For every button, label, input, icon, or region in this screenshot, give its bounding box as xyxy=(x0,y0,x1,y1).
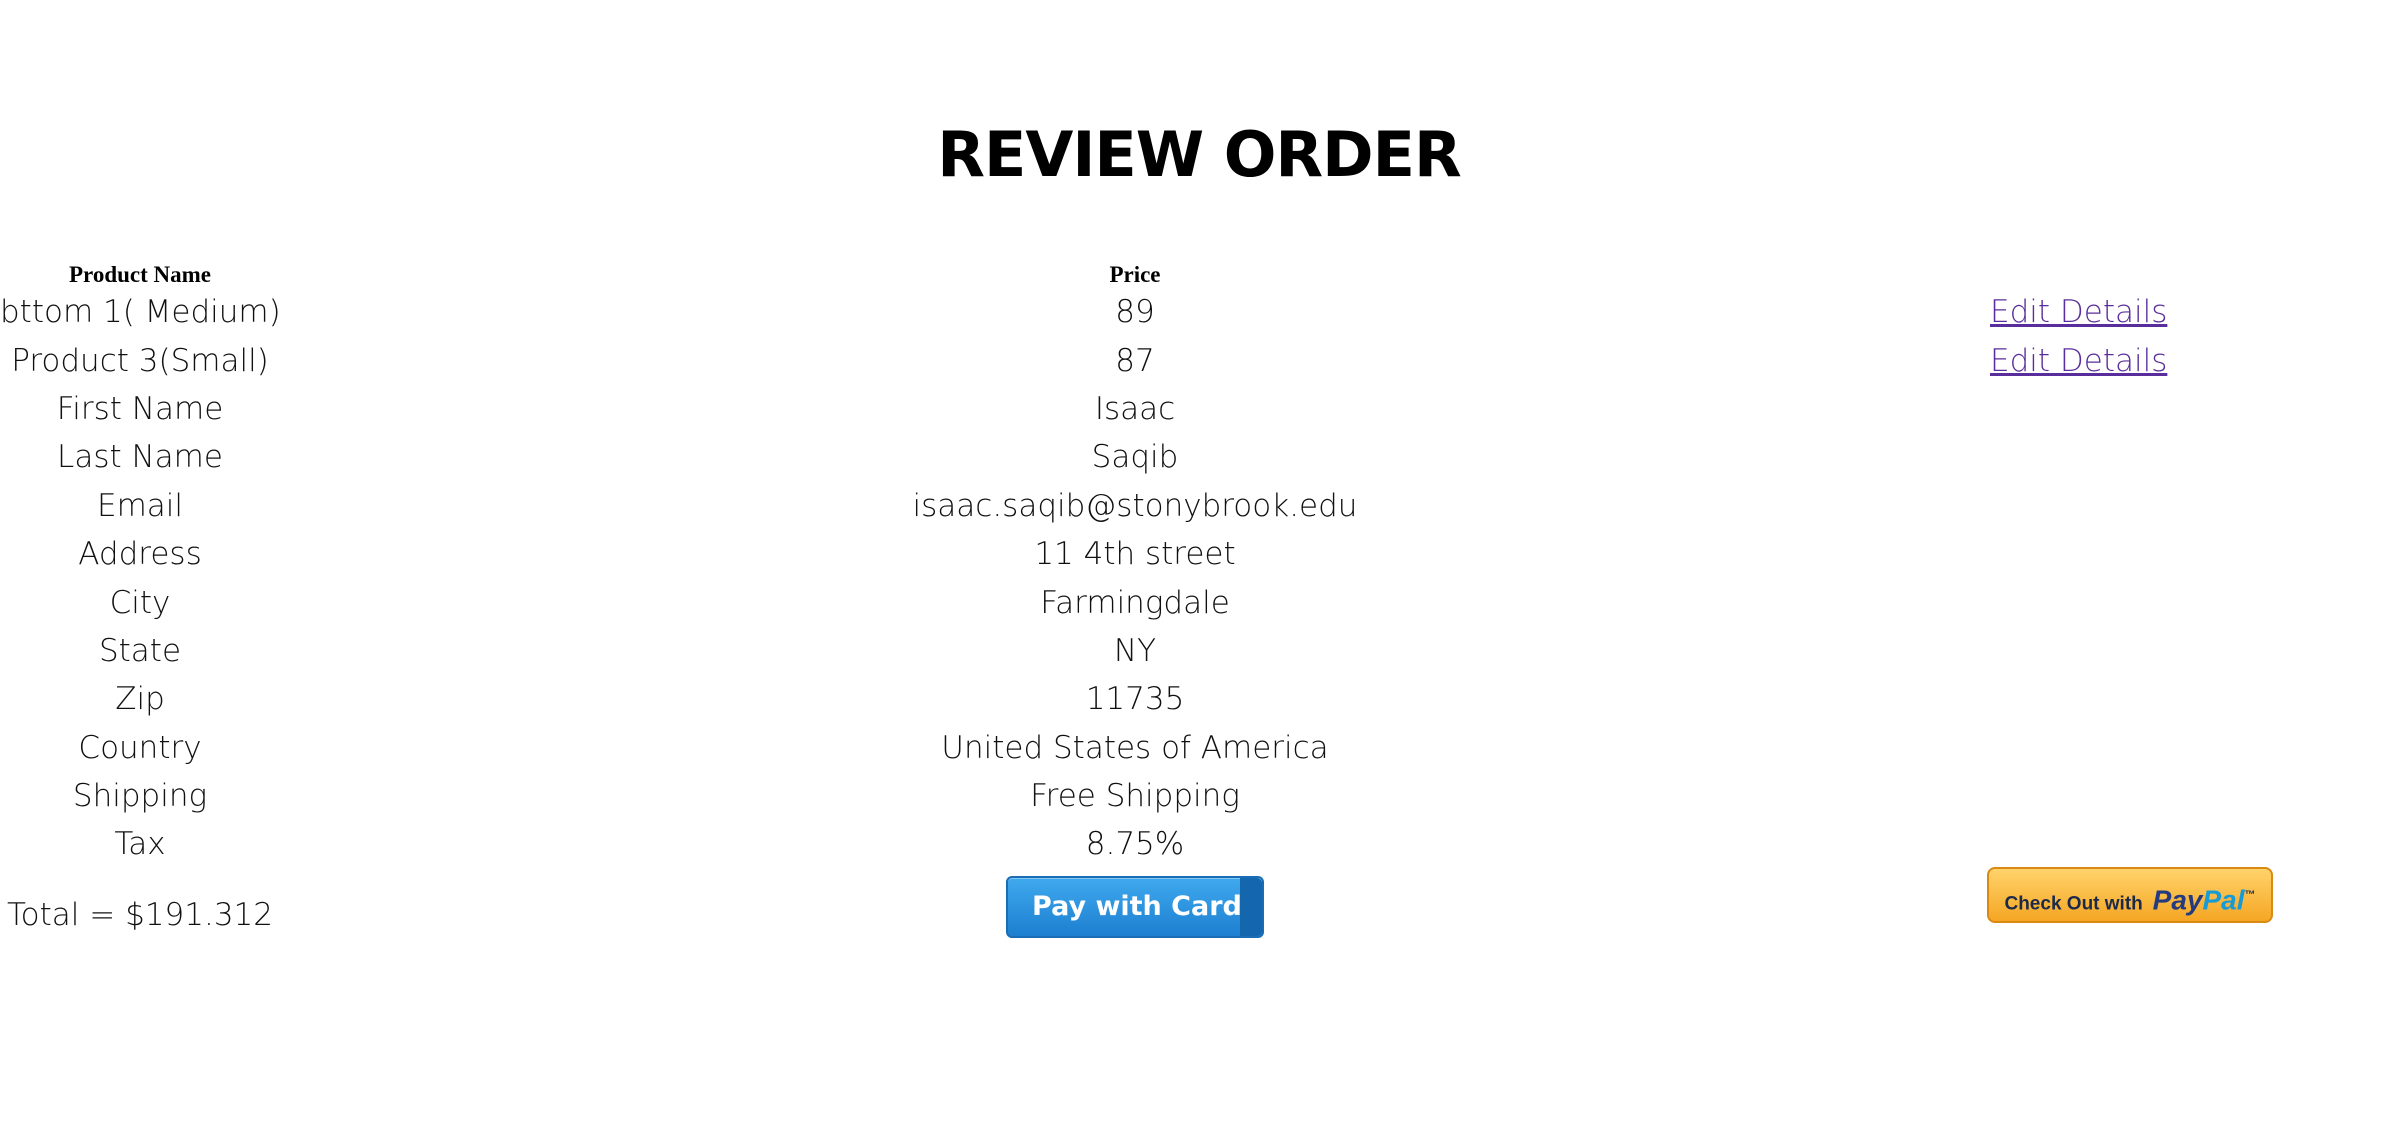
product-actions: Edit Details xyxy=(1990,336,2398,384)
detail-value: 8.75% xyxy=(1085,826,1185,863)
detail-value: NY xyxy=(1113,632,1157,669)
detail-value: 11735 xyxy=(1085,681,1185,718)
detail-row-last-name: Last Name Saqib xyxy=(0,433,2398,481)
pay-with-card-label: Pay with Card xyxy=(1032,890,1242,922)
order-total: Total = $191.312 xyxy=(7,896,273,933)
detail-row-email: Email isaac.saqib@stonybrook.edu xyxy=(0,482,2398,530)
order-review-table: Product Name Price bttom 1( Medium) 89 E… xyxy=(0,250,2398,945)
product-price: 87 xyxy=(1115,342,1155,379)
page-title: REVIEW ORDER xyxy=(937,118,1461,191)
product-name: Product 3(Small) xyxy=(11,342,269,379)
product-name: bttom 1( Medium) xyxy=(0,294,281,331)
detail-value: 11 4th street xyxy=(1034,536,1236,573)
detail-label: Shipping xyxy=(72,778,208,815)
pay-card-cell: Pay with Card xyxy=(280,869,1990,945)
detail-label: City xyxy=(109,584,171,621)
column-header-price: Price xyxy=(1109,262,1161,287)
table-header-row: Product Name Price xyxy=(0,250,2398,288)
product-row: Product 3(Small) 87 Edit Details xyxy=(0,336,2398,384)
paypal-trademark: ™ xyxy=(2244,888,2256,901)
detail-row-first-name: First Name Isaac xyxy=(0,385,2398,433)
detail-value: Free Shipping xyxy=(1030,778,1240,815)
review-order-page: REVIEW ORDER Product Name Price bttom 1(… xyxy=(0,0,2398,1142)
paypal-logo-pal: Pal xyxy=(2202,884,2245,916)
detail-row-address: Address 11 4th street xyxy=(0,530,2398,578)
detail-value: Isaac xyxy=(1094,390,1176,427)
product-row: bttom 1( Medium) 89 Edit Details xyxy=(0,288,2398,336)
detail-value: isaac.saqib@stonybrook.edu xyxy=(912,487,1358,524)
detail-row-tax: Tax 8.75% xyxy=(0,820,2398,868)
detail-row-city: City Farmingdale xyxy=(0,578,2398,626)
detail-label: Address xyxy=(78,536,202,573)
total-row: Total = $191.312 Pay with Card Check Out… xyxy=(0,866,2398,945)
paypal-logo-pay: Pay xyxy=(2152,884,2203,916)
total-cell: Total = $191.312 xyxy=(0,869,280,945)
detail-row-state: State NY xyxy=(0,627,2398,675)
column-header-actions xyxy=(1990,250,2398,288)
detail-label: Tax xyxy=(114,826,166,863)
paypal-prefix: Check Out with xyxy=(2004,893,2143,915)
paypal-checkout-button[interactable]: Check Out with PayPal™ xyxy=(1987,866,2273,923)
detail-value: Saqib xyxy=(1091,439,1179,476)
edit-details-link[interactable]: Edit Details xyxy=(1990,294,2167,330)
detail-label: Zip xyxy=(115,681,165,718)
detail-label: State xyxy=(98,632,182,669)
detail-label: Country xyxy=(78,729,202,766)
detail-row-zip: Zip 11735 xyxy=(0,675,2398,723)
product-price: 89 xyxy=(1115,294,1155,331)
product-actions: Edit Details xyxy=(1990,288,2398,336)
paypal-cell: Check Out with PayPal™ xyxy=(1987,866,2398,945)
detail-label: Last Name xyxy=(57,439,223,476)
detail-value: Farmingdale xyxy=(1040,584,1230,621)
column-header-product-name: Product Name xyxy=(68,262,212,287)
edit-details-link[interactable]: Edit Details xyxy=(1990,343,2167,379)
detail-row-shipping: Shipping Free Shipping xyxy=(0,772,2398,820)
pay-with-card-button[interactable]: Pay with Card xyxy=(1006,875,1264,938)
detail-label: Email xyxy=(96,487,183,524)
pay-button-edge xyxy=(1240,877,1262,936)
detail-label: First Name xyxy=(56,390,224,427)
detail-row-country: Country United States of America xyxy=(0,724,2398,772)
detail-value: United States of America xyxy=(941,729,1329,766)
